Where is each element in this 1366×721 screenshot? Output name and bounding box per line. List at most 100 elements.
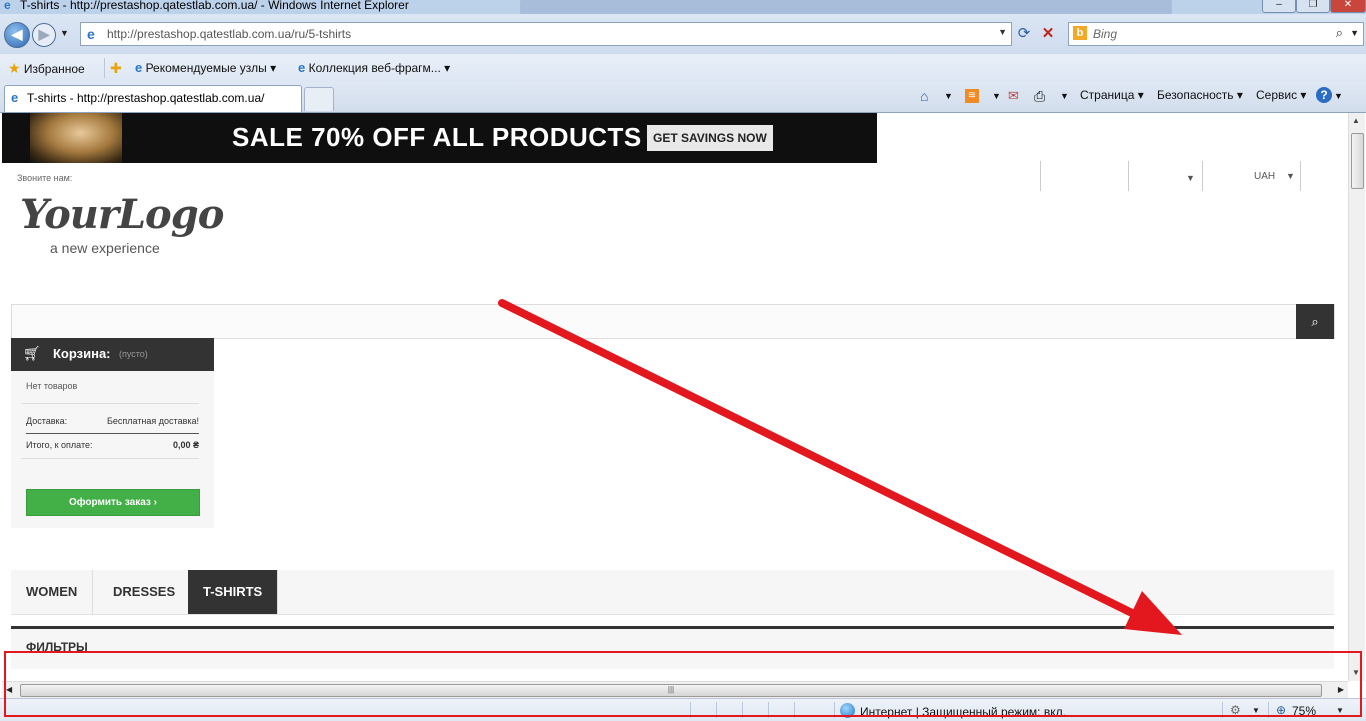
back-button[interactable]: ◀ [4, 22, 30, 48]
tab-title: T-shirts - http://prestashop.qatestlab.c… [27, 91, 265, 105]
favorites-label: Избранное [23, 62, 85, 76]
page-viewport: SALE 70% OFF ALL PRODUCTS GET SAVINGS NO… [2, 113, 1348, 681]
zoom-dropdown-icon[interactable]: ▼ [1336, 706, 1344, 715]
window-title: T-shirts - http://prestashop.qatestlab.c… [20, 0, 409, 12]
close-window-button[interactable]: ✕ [1330, 0, 1366, 13]
search-button[interactable]: ⌕ [1296, 304, 1334, 339]
background-tab-ghost [985, 0, 1172, 14]
feeds-icon[interactable]: ≋ [965, 89, 979, 103]
checkout-button[interactable]: Оформить заказ › [26, 489, 200, 516]
bing-icon: b [1073, 26, 1087, 40]
cart-header[interactable]: 🛒︎ Корзина: (пусто) [11, 338, 214, 371]
divider [21, 458, 199, 459]
divider [768, 702, 769, 718]
language-dropdown-icon[interactable]: ▼ [1186, 173, 1195, 183]
category-menu: WOMEN DRESSES T-SHIRTS [11, 570, 1334, 615]
print-icon[interactable]: ⎙ [1034, 88, 1045, 105]
divider [742, 702, 743, 718]
home-dropdown-icon[interactable]: ▼ [944, 91, 953, 101]
window-title-bar: e T-shirts - http://prestashop.qatestlab… [0, 0, 1366, 14]
ie-page-icon: e [11, 90, 19, 105]
add-favorite-button[interactable]: ✚ [110, 60, 122, 77]
cart-status: (пусто) [119, 349, 148, 359]
zoom-icon[interactable]: ⊕ [1276, 703, 1286, 717]
suggested-sites-link[interactable]: e Рекомендуемые узлы ▾ [135, 60, 276, 75]
divider [794, 702, 795, 718]
history-dropdown-icon[interactable]: ▼ [60, 28, 69, 38]
scroll-left-icon[interactable]: ◀ [6, 685, 12, 694]
new-tab-button[interactable] [304, 87, 334, 111]
zoom-level[interactable]: 75% [1292, 704, 1316, 718]
refresh-icon[interactable]: ⟳ [1014, 24, 1034, 44]
vertical-scrollbar[interactable]: ▲ ▼ [1348, 113, 1365, 681]
mail-icon[interactable]: ✉ [1008, 88, 1019, 104]
protected-mode-dropdown-icon[interactable]: ▼ [1252, 706, 1260, 715]
internet-zone-icon [840, 703, 855, 718]
search-icon[interactable]: ⌕ [1336, 25, 1343, 41]
total-label: Итого, к оплате: [26, 440, 93, 450]
no-products-text: Нет товаров [26, 381, 78, 391]
scroll-right-icon[interactable]: ▶ [1338, 685, 1344, 694]
header-divider [1300, 161, 1301, 191]
product-search-input[interactable] [11, 304, 1335, 339]
security-zone-text[interactable]: Интернет | Защищенный режим: вкл. [860, 705, 1066, 719]
filters-title: ФИЛЬТРЫ [26, 640, 88, 654]
scroll-up-icon[interactable]: ▲ [1352, 116, 1360, 125]
divider [834, 702, 835, 718]
ie-logo-icon: e [4, 0, 11, 12]
help-dropdown-icon[interactable]: ▼ [1334, 91, 1343, 101]
tab-row: e T-shirts - http://prestashop.qatestlab… [0, 82, 1366, 113]
menu-item-women[interactable]: WOMEN [11, 570, 94, 614]
sale-banner[interactable]: SALE 70% OFF ALL PRODUCTS GET SAVINGS NO… [2, 113, 877, 163]
divider [21, 403, 199, 404]
header-divider [1040, 161, 1041, 191]
divider [716, 702, 717, 718]
search-box[interactable]: b Bing ⌕ ▼ [1068, 22, 1364, 46]
call-us-text: Звоните нам: [17, 173, 73, 183]
scroll-thumb[interactable]: ||| [20, 684, 1322, 697]
currency-selector[interactable]: UAH [1254, 171, 1275, 182]
page-menu[interactable]: Страница ▾ [1080, 88, 1144, 102]
filters-block: ФИЛЬТРЫ [11, 629, 1334, 669]
divider [1268, 702, 1269, 718]
maximize-button[interactable]: ❐ [1296, 0, 1330, 13]
scroll-thumb[interactable] [1351, 133, 1364, 189]
minimize-button[interactable]: – [1262, 0, 1296, 13]
help-icon[interactable]: ? [1316, 87, 1332, 103]
print-dropdown-icon[interactable]: ▼ [1060, 91, 1069, 101]
home-icon[interactable]: ⌂ [920, 88, 928, 104]
suggested-sites-label: Рекомендуемые узлы ▾ [145, 61, 277, 75]
status-bar: Интернет | Защищенный режим: вкл. ⚙ ▼ ⊕ … [0, 698, 1366, 721]
shop-logo[interactable]: YourLogo a new experience [18, 191, 238, 265]
divider [1222, 702, 1223, 718]
address-url[interactable]: http://prestashop.qatestlab.com.ua/ru/5-… [107, 27, 351, 41]
favorites-bar: ★ Избранное ✚ e Рекомендуемые узлы ▾ e К… [0, 54, 1366, 83]
search-dropdown-icon[interactable]: ▼ [1350, 28, 1359, 38]
scroll-down-icon[interactable]: ▼ [1352, 668, 1360, 677]
web-slice-gallery-link[interactable]: e Коллекция веб-фрагм... ▾ [298, 60, 450, 75]
search-provider-label[interactable]: Bing [1093, 27, 1117, 41]
menu-item-dresses[interactable]: DRESSES [98, 570, 192, 614]
navigation-bar: ◀ ▶ ▼ e http://prestashop.qatestlab.com.… [0, 14, 1366, 54]
stop-icon[interactable]: ✕ [1038, 24, 1058, 44]
active-tab[interactable]: e T-shirts - http://prestashop.qatestlab… [4, 85, 302, 112]
tools-menu[interactable]: Сервис ▾ [1256, 88, 1306, 102]
favorites-button[interactable]: ★ Избранное [8, 60, 85, 77]
menu-item-tshirts[interactable]: T-SHIRTS [188, 570, 279, 614]
cart-title: Корзина: [53, 346, 111, 361]
divider [690, 702, 691, 718]
forward-button[interactable]: ▶ [32, 23, 56, 47]
address-bar[interactable]: e http://prestashop.qatestlab.com.ua/ru/… [80, 22, 1012, 46]
divider [26, 433, 199, 434]
get-savings-button[interactable]: GET SAVINGS NOW [647, 125, 773, 151]
ie-page-icon: e [298, 60, 306, 75]
horizontal-scrollbar[interactable]: ◀ ||| ▶ [2, 681, 1348, 699]
protected-mode-icon[interactable]: ⚙ [1230, 703, 1241, 717]
address-dropdown-icon[interactable]: ▼ [998, 27, 1007, 37]
feeds-dropdown-icon[interactable]: ▼ [992, 91, 1001, 101]
cart-icon: 🛒︎ [23, 345, 41, 361]
banner-model-image [30, 113, 122, 163]
header-divider [1202, 161, 1203, 191]
currency-dropdown-icon[interactable]: ▼ [1286, 171, 1295, 181]
safety-menu[interactable]: Безопасность ▾ [1157, 88, 1243, 102]
